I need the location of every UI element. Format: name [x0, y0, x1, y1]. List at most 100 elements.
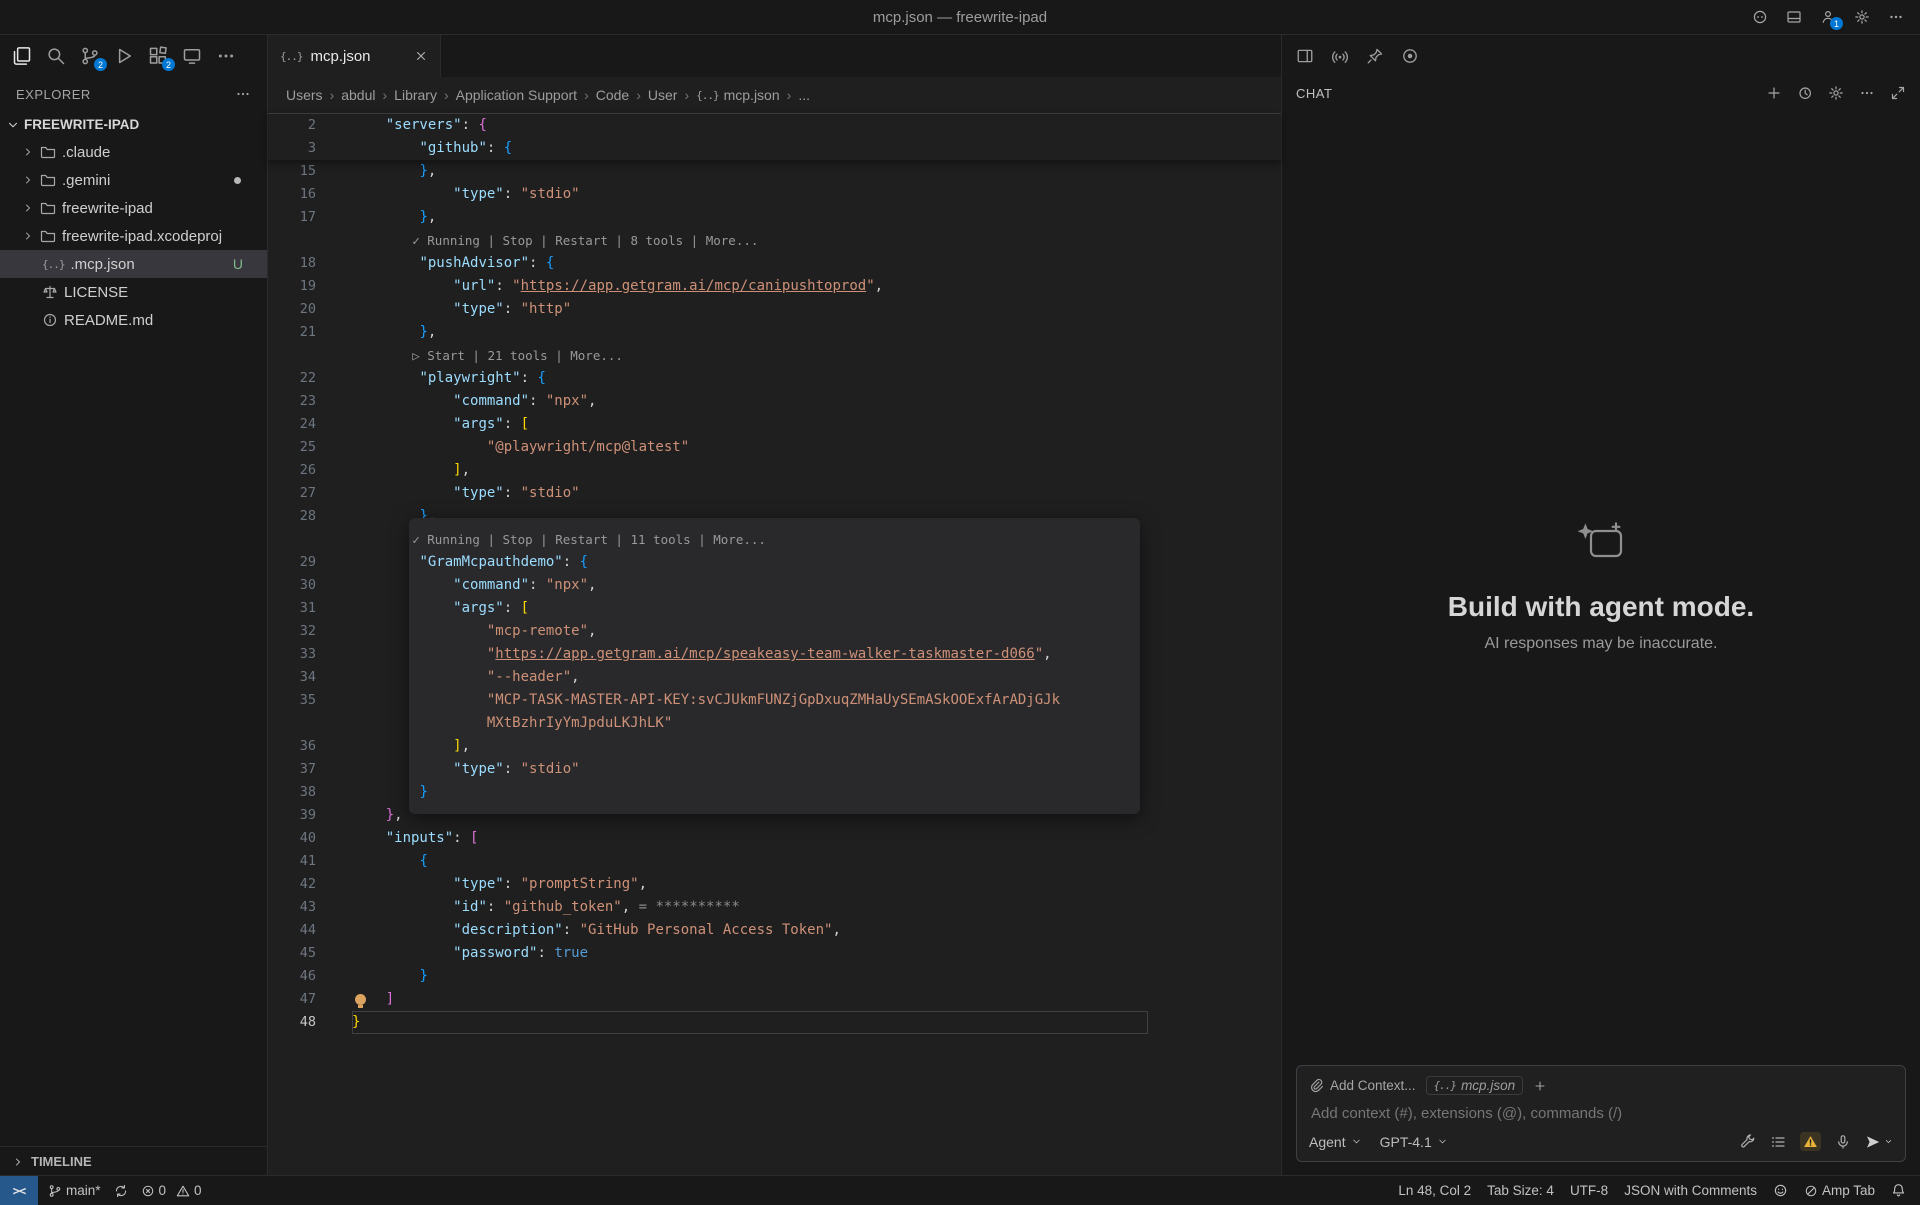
- bell-icon[interactable]: [1891, 1183, 1906, 1198]
- code-line[interactable]: 48}: [268, 1011, 1281, 1034]
- workspace-section[interactable]: FREEWRITE-IPAD: [0, 111, 267, 138]
- code-line[interactable]: 38 }: [268, 781, 1281, 804]
- explorer-actions-icon[interactable]: [235, 86, 251, 103]
- code-line[interactable]: 45 "password": true: [268, 942, 1281, 965]
- problems-item[interactable]: 0 0: [141, 1183, 202, 1198]
- cursor-position[interactable]: Ln 48, Col 2: [1398, 1183, 1471, 1198]
- copilot-icon[interactable]: [1752, 9, 1768, 25]
- search-icon[interactable]: [46, 46, 66, 66]
- codelens-row[interactable]: ✓ Running | Stop | Restart | 11 tools | …: [268, 528, 1281, 551]
- breadcrumb-item[interactable]: {..}mcp.json: [696, 87, 780, 103]
- new-chat-icon[interactable]: [1766, 85, 1782, 102]
- record-icon[interactable]: [1401, 47, 1419, 65]
- breadcrumb-item[interactable]: Users: [286, 87, 323, 103]
- code-line[interactable]: 22 "playwright": {: [268, 367, 1281, 390]
- codelens-row[interactable]: ▷ Start | 21 tools | More...: [268, 344, 1281, 367]
- tree-item-claude[interactable]: .claude: [0, 138, 267, 166]
- settings-gear-icon[interactable]: [1854, 9, 1870, 25]
- amp-tab-item[interactable]: Amp Tab: [1804, 1183, 1875, 1198]
- code-line[interactable]: 40 "inputs": [: [268, 827, 1281, 850]
- add-context-button[interactable]: Add Context...: [1309, 1078, 1416, 1093]
- code-line[interactable]: 36 ],: [268, 735, 1281, 758]
- source-control-icon[interactable]: 2: [80, 46, 100, 66]
- code-line[interactable]: 26 ],: [268, 459, 1281, 482]
- breadcrumb-item[interactable]: Application Support: [456, 87, 577, 103]
- feedback-icon[interactable]: [1773, 1183, 1788, 1198]
- code-line[interactable]: 19 "url": "https://app.getgram.ai/mcp/ca…: [268, 275, 1281, 298]
- code-line[interactable]: 47 ]: [268, 988, 1281, 1011]
- activity-more-icon[interactable]: [216, 46, 236, 66]
- close-icon[interactable]: [414, 49, 428, 63]
- tab-size-indicator[interactable]: Tab Size: 4: [1487, 1183, 1554, 1198]
- code-line[interactable]: 16 "type": "stdio": [268, 183, 1281, 206]
- checklist-icon[interactable]: [1770, 1133, 1786, 1150]
- code-line[interactable]: 42 "type": "promptString",: [268, 873, 1281, 896]
- code-line[interactable]: 20 "type": "http": [268, 298, 1281, 321]
- breadcrumb-item[interactable]: User: [648, 87, 678, 103]
- code-line[interactable]: 32 "mcp-remote",: [268, 620, 1281, 643]
- chat-input-box[interactable]: Add Context... {..} mcp.json Agent GPT-4…: [1296, 1065, 1906, 1162]
- code-line[interactable]: 33 "https://app.getgram.ai/mcp/speakeasy…: [268, 643, 1281, 666]
- tree-item-xcodeproj[interactable]: freewrite-ipad.xcodeproj: [0, 222, 267, 250]
- mode-picker[interactable]: Agent: [1309, 1134, 1362, 1150]
- explorer-icon[interactable]: [12, 46, 32, 66]
- code-line[interactable]: 18 "pushAdvisor": {: [268, 252, 1281, 275]
- code-line[interactable]: 31 "args": [: [268, 597, 1281, 620]
- code-line[interactable]: 17 },: [268, 206, 1281, 229]
- tab-mcp-json[interactable]: {..} mcp.json: [268, 35, 441, 77]
- code-line[interactable]: 41 {: [268, 850, 1281, 873]
- context-chip[interactable]: {..} mcp.json: [1426, 1076, 1524, 1095]
- breadcrumb-item[interactable]: abdul: [341, 87, 375, 103]
- code-line[interactable]: 3 "github": {: [268, 137, 1281, 160]
- code-line[interactable]: 39 },: [268, 804, 1281, 827]
- mic-icon[interactable]: [1835, 1133, 1851, 1150]
- code-line[interactable]: MXtBzhrIyYmJpduLKJhLK": [268, 712, 1281, 735]
- tree-item-readme[interactable]: README.md: [0, 306, 267, 334]
- chat-more-icon[interactable]: [1859, 85, 1875, 102]
- lightbulb-icon[interactable]: [355, 994, 366, 1005]
- layout-panel-icon[interactable]: [1786, 9, 1802, 25]
- extensions-icon[interactable]: 2: [148, 46, 168, 66]
- code-line[interactable]: 46 }: [268, 965, 1281, 988]
- send-button[interactable]: [1865, 1134, 1893, 1150]
- tree-item-mcp-json[interactable]: {..} .mcp.json U: [0, 250, 267, 278]
- expand-icon[interactable]: [1890, 85, 1906, 102]
- code-line[interactable]: 35 "MCP-TASK-MASTER-API-KEY:svCJUkmFUNZj…: [268, 689, 1281, 712]
- chat-settings-gear-icon[interactable]: [1828, 85, 1844, 102]
- model-picker[interactable]: GPT-4.1: [1380, 1134, 1448, 1150]
- breadcrumb-item[interactable]: Code: [596, 87, 629, 103]
- codelens-row[interactable]: ✓ Running | Stop | Restart | 8 tools | M…: [268, 229, 1281, 252]
- tree-item-freewrite-ipad[interactable]: freewrite-ipad: [0, 194, 267, 222]
- code-line[interactable]: 23 "command": "npx",: [268, 390, 1281, 413]
- code-line[interactable]: 34 "--header",: [268, 666, 1281, 689]
- tree-item-gemini[interactable]: .gemini: [0, 166, 267, 194]
- git-branch-item[interactable]: main*: [48, 1183, 101, 1198]
- code-line[interactable]: 27 "type": "stdio": [268, 482, 1281, 505]
- add-chip-icon[interactable]: [1533, 1078, 1547, 1093]
- code-line[interactable]: 21 },: [268, 321, 1281, 344]
- code-line[interactable]: 2 "servers": {: [268, 114, 1281, 137]
- remote-explorer-icon[interactable]: [182, 46, 202, 66]
- code-line[interactable]: 24 "args": [: [268, 413, 1281, 436]
- broadcast-icon[interactable]: [1331, 47, 1349, 65]
- code-line[interactable]: 29 "GramMcpauthdemo": {: [268, 551, 1281, 574]
- sync-button[interactable]: [114, 1184, 128, 1198]
- remote-indicator[interactable]: ><: [0, 1176, 38, 1205]
- code-line[interactable]: 37 "type": "stdio": [268, 758, 1281, 781]
- chat-input[interactable]: [1309, 1104, 1897, 1123]
- code-line[interactable]: 44 "description": "GitHub Personal Acces…: [268, 919, 1281, 942]
- panel-layout-icon[interactable]: [1296, 47, 1314, 65]
- tree-item-license[interactable]: LICENSE: [0, 278, 267, 306]
- more-icon[interactable]: [1888, 9, 1904, 25]
- pin-icon[interactable]: [1366, 47, 1384, 65]
- code-area[interactable]: 15 },16 "type": "stdio"17 }, ✓ Running |…: [268, 160, 1281, 1176]
- account-icon[interactable]: 1: [1820, 9, 1836, 25]
- breadcrumb-item[interactable]: Library: [394, 87, 437, 103]
- code-line[interactable]: 25 "@playwright/mcp@latest": [268, 436, 1281, 459]
- encoding-indicator[interactable]: UTF-8: [1570, 1183, 1608, 1198]
- timeline-section[interactable]: TIMELINE: [0, 1146, 267, 1176]
- run-debug-icon[interactable]: [114, 46, 134, 66]
- code-line[interactable]: 43 "id": "github_token", = **********: [268, 896, 1281, 919]
- code-line[interactable]: 30 "command": "npx",: [268, 574, 1281, 597]
- warning-icon[interactable]: [1800, 1132, 1821, 1151]
